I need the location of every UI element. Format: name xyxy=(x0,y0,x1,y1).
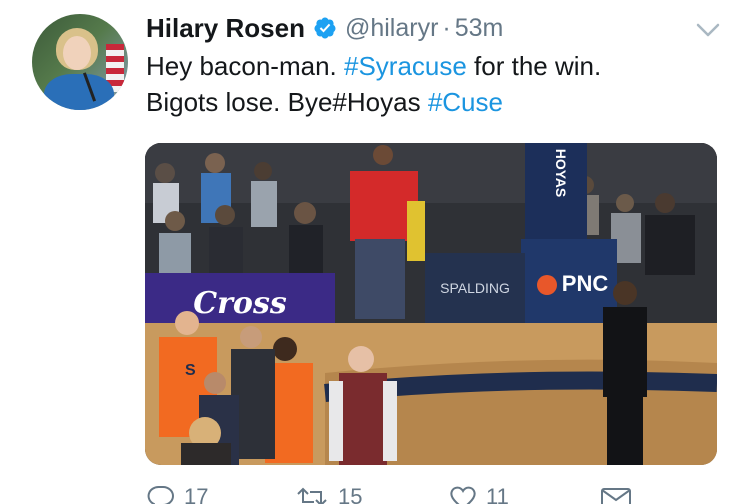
verified-badge-icon xyxy=(314,17,336,39)
sponsor-logo-text: PNC xyxy=(562,271,609,296)
tweet-timestamp[interactable]: 53m xyxy=(455,14,504,43)
tweet-text: Hey bacon-man. #Syracuse for the win. Bi… xyxy=(146,48,726,120)
avatar[interactable] xyxy=(32,14,128,110)
tweet-text-segment: for the win. xyxy=(466,51,602,81)
tweet-actions: 17 15 11 xyxy=(146,484,646,504)
svg-text:S: S xyxy=(185,362,196,379)
tweet-text-segment: Bigots lose. Bye#Hoyas xyxy=(146,87,428,117)
arena-scene: HOYAS PNC SPALDING Cross S xyxy=(145,143,717,465)
staff-in-black xyxy=(603,281,647,465)
heart-icon xyxy=(450,486,476,504)
envelope-icon xyxy=(601,488,631,504)
hashtag-link-cuse[interactable]: #Cuse xyxy=(428,87,503,117)
stanchion-text: HOYAS xyxy=(553,149,569,198)
retweet-icon xyxy=(297,487,327,504)
avatar-figure-body xyxy=(44,74,114,110)
baseline-brand-text: SPALDING xyxy=(440,280,510,296)
tweet-photo[interactable]: HOYAS PNC SPALDING Cross S xyxy=(145,143,717,465)
like-action[interactable]: 11 xyxy=(448,484,509,504)
header-separator: · xyxy=(442,13,451,42)
led-banner-text: Cross xyxy=(193,286,287,321)
tweet-text-line-2: Bigots lose. Bye#Hoyas #Cuse xyxy=(146,84,726,120)
chevron-down-icon[interactable] xyxy=(695,20,721,40)
author-handle[interactable]: @hilaryr xyxy=(345,14,438,43)
tweet-text-segment: Hey bacon-man. xyxy=(146,51,344,81)
like-count: 11 xyxy=(486,484,509,504)
direct-message-action[interactable] xyxy=(600,484,640,504)
tweet-card: Hilary Rosen @hilaryr · 53m Hey bacon-ma… xyxy=(0,0,741,504)
reply-icon xyxy=(147,485,174,504)
tweet-header: Hilary Rosen @hilaryr · 53m xyxy=(146,8,503,48)
reply-action[interactable]: 17 xyxy=(146,484,208,504)
avatar-figure-face xyxy=(63,36,91,70)
retweet-action[interactable]: 15 xyxy=(294,484,362,504)
tweet-text-line-1: Hey bacon-man. #Syracuse for the win. xyxy=(146,48,726,84)
retweet-count: 15 xyxy=(338,484,363,504)
reply-count: 17 xyxy=(184,484,209,504)
author-name[interactable]: Hilary Rosen xyxy=(146,13,305,44)
hashtag-link-syracuse[interactable]: #Syracuse xyxy=(344,51,467,81)
